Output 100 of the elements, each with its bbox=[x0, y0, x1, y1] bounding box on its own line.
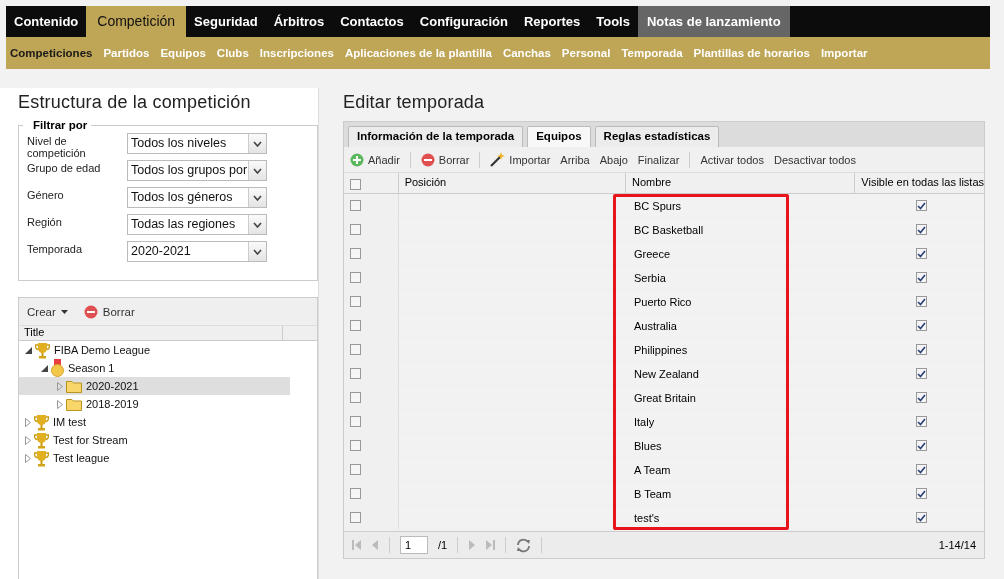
field-label: Nivel de competición bbox=[27, 134, 87, 159]
table-cell: BC Basketball bbox=[634, 223, 704, 236]
caret-icon bbox=[60, 309, 68, 314]
chevron-down-icon bbox=[253, 167, 262, 174]
panel-title: Estructura de la competición bbox=[18, 92, 252, 113]
visible-checkbox[interactable] bbox=[916, 200, 927, 211]
table-cell: Philippines bbox=[634, 343, 688, 356]
delete-button[interactable]: Borrar bbox=[83, 304, 135, 319]
table-cell: Puerto Rico bbox=[634, 295, 692, 308]
magic-wand-icon bbox=[490, 152, 506, 167]
add-icon bbox=[350, 152, 364, 167]
visible-checkbox[interactable] bbox=[916, 416, 927, 427]
next-page-icon[interactable] bbox=[468, 540, 476, 550]
page-number-field[interactable]: 1 bbox=[400, 536, 428, 554]
tree-item[interactable]: Test for Stream bbox=[19, 431, 290, 449]
row-checkbox[interactable] bbox=[350, 272, 361, 283]
tree-item[interactable]: 2018-2019 bbox=[19, 395, 290, 413]
dropdown[interactable]: Todos los géneros bbox=[127, 187, 267, 208]
dropdown[interactable]: Todas las regiones bbox=[127, 214, 267, 235]
row-checkbox[interactable] bbox=[350, 392, 361, 403]
create-button[interactable]: Crear bbox=[27, 305, 68, 318]
folder-icon bbox=[66, 379, 82, 393]
dropdown[interactable]: 2020-2021 bbox=[127, 241, 267, 262]
visible-checkbox[interactable] bbox=[916, 368, 927, 379]
row-checkbox[interactable] bbox=[350, 440, 361, 451]
filter-legend: Filtrar por bbox=[23, 119, 92, 131]
row-checkbox[interactable] bbox=[350, 296, 361, 307]
table-cell: Greece bbox=[634, 247, 671, 260]
tree-item[interactable]: IM test bbox=[19, 413, 290, 431]
menu-tab[interactable]: Configuración bbox=[411, 6, 516, 37]
row-checkbox[interactable] bbox=[350, 464, 361, 475]
column-header[interactable]: Posición bbox=[398, 173, 626, 193]
visible-checkbox[interactable] bbox=[916, 392, 927, 403]
tree-item[interactable]: Test league bbox=[19, 449, 290, 467]
menu-tab[interactable]: Contenido bbox=[6, 6, 87, 37]
toolbar-button[interactable]: Importar bbox=[490, 152, 551, 167]
trophy-icon bbox=[34, 413, 49, 431]
visible-checkbox[interactable] bbox=[916, 440, 927, 451]
submenu-link[interactable]: Competiciones bbox=[10, 47, 93, 59]
last-page-icon[interactable] bbox=[485, 540, 496, 550]
visible-checkbox[interactable] bbox=[916, 272, 927, 283]
toolbar-button[interactable]: Abajo bbox=[599, 153, 628, 166]
previous-page-icon[interactable] bbox=[372, 540, 379, 550]
toolbar-button[interactable]: Arriba bbox=[560, 153, 590, 166]
row-checkbox[interactable] bbox=[350, 368, 361, 379]
visible-checkbox[interactable] bbox=[916, 464, 927, 475]
tab[interactable]: Información de la temporada bbox=[348, 126, 524, 147]
tree-item[interactable]: FIBA Demo League bbox=[19, 341, 290, 359]
column-header[interactable]: Visible en todas las listas bbox=[855, 173, 984, 193]
row-checkbox[interactable] bbox=[350, 320, 361, 331]
page-total: /1 bbox=[438, 539, 448, 551]
row-checkbox[interactable] bbox=[350, 512, 361, 523]
delete-icon bbox=[83, 304, 98, 319]
row-checkbox[interactable] bbox=[350, 224, 361, 235]
table-cell: New Zealand bbox=[634, 367, 699, 380]
table-cell: test's bbox=[634, 511, 660, 524]
row-checkbox[interactable] bbox=[350, 416, 361, 427]
toolbar-button[interactable]: Activar todos bbox=[700, 153, 764, 166]
dropdown[interactable]: Todos los grupos por bbox=[127, 160, 267, 181]
table-cell: Serbia bbox=[634, 271, 666, 284]
visible-checkbox[interactable] bbox=[916, 512, 927, 523]
table-cell: A Team bbox=[634, 463, 671, 476]
menu-tab[interactable]: Tools bbox=[588, 6, 638, 37]
tree-item[interactable]: 2020-2021 bbox=[19, 377, 290, 395]
visible-checkbox[interactable] bbox=[916, 344, 927, 355]
column-header[interactable]: Nombre bbox=[625, 173, 856, 193]
row-checkbox[interactable] bbox=[350, 344, 361, 355]
menu-tab[interactable]: Contactos bbox=[332, 6, 412, 37]
row-checkbox[interactable] bbox=[350, 488, 361, 499]
select-all-checkbox[interactable] bbox=[350, 179, 361, 190]
menu-tab[interactable]: Seguridad bbox=[186, 6, 266, 37]
visible-checkbox[interactable] bbox=[916, 296, 927, 307]
row-checkbox[interactable] bbox=[350, 248, 361, 259]
visible-checkbox[interactable] bbox=[916, 224, 927, 235]
toolbar-button[interactable]: Borrar bbox=[420, 152, 470, 167]
menu-tab[interactable]: Notas de lanzamiento bbox=[637, 6, 790, 37]
visible-checkbox[interactable] bbox=[916, 488, 927, 499]
table-cell: BC Spurs bbox=[634, 199, 682, 212]
first-page-icon[interactable] bbox=[352, 540, 362, 550]
trophy-icon bbox=[35, 341, 50, 359]
toolbar-button[interactable]: Finalizar bbox=[637, 153, 680, 166]
toolbar-button[interactable]: Añadir bbox=[350, 152, 400, 167]
table-cell: B Team bbox=[634, 487, 672, 500]
record-range: 1-14/14 bbox=[938, 539, 976, 551]
folder-icon bbox=[66, 397, 82, 411]
chevron-down-icon bbox=[253, 140, 262, 147]
visible-checkbox[interactable] bbox=[916, 248, 927, 259]
toolbar-button[interactable]: Desactivar todos bbox=[774, 153, 856, 166]
visible-checkbox[interactable] bbox=[916, 320, 927, 331]
tab[interactable]: Reglas estadísticas bbox=[594, 126, 720, 147]
dropdown[interactable]: Todos los niveles bbox=[127, 133, 267, 154]
tree-item[interactable]: Season 1 bbox=[19, 359, 290, 377]
menu-tab[interactable]: Competición bbox=[86, 6, 187, 37]
menu-tab[interactable]: Reportes bbox=[515, 6, 589, 37]
menu-tab[interactable]: Árbitros bbox=[265, 6, 333, 37]
field-label: Género bbox=[27, 188, 65, 201]
refresh-icon[interactable] bbox=[516, 537, 532, 553]
chevron-down-icon bbox=[253, 194, 262, 201]
tab[interactable]: Equipos bbox=[527, 126, 591, 147]
row-checkbox[interactable] bbox=[350, 200, 361, 211]
